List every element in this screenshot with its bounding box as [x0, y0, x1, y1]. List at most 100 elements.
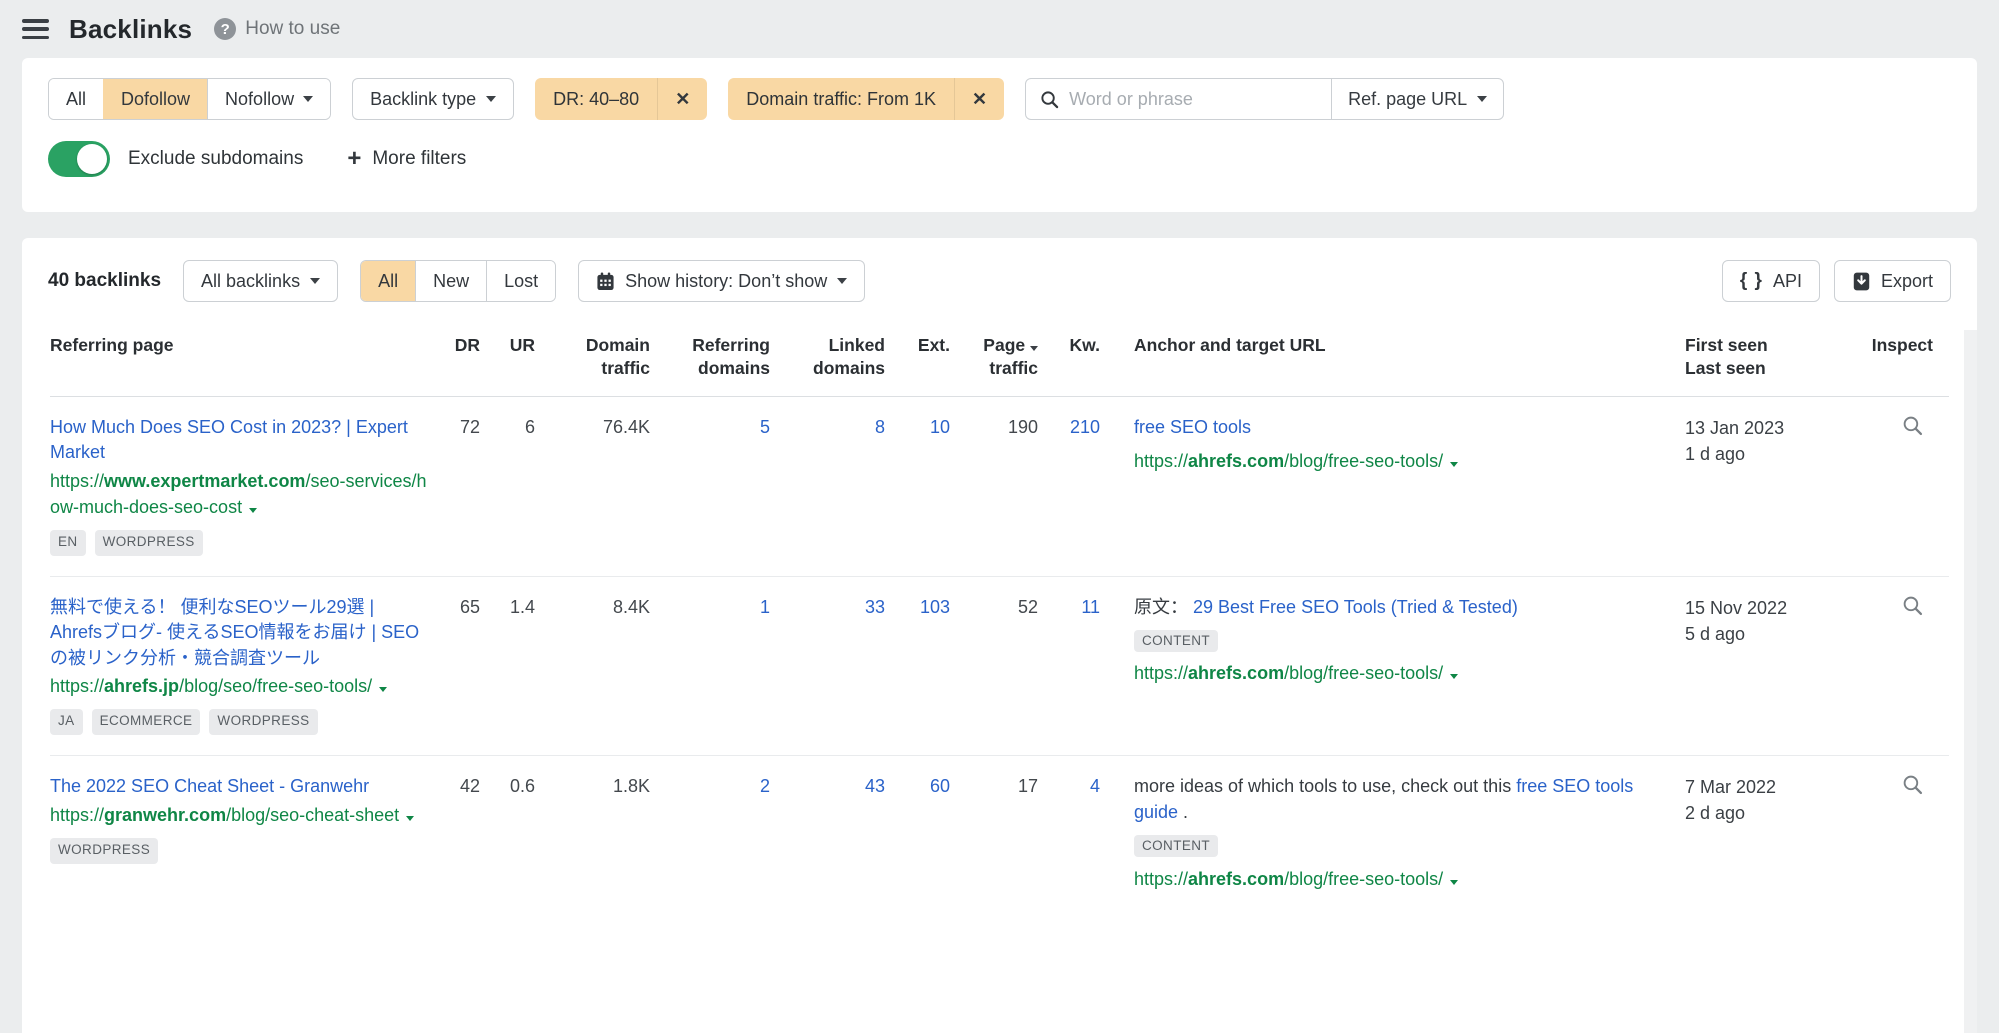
- col-linked-domains[interactable]: Linkeddomains: [770, 326, 885, 396]
- referring-page-link[interactable]: How Much Does SEO Cost in 2023? | Expert…: [50, 415, 430, 466]
- filter-chip-domain-traffic-label[interactable]: Domain traffic: From 1K: [728, 89, 954, 110]
- more-filters-button[interactable]: + More filters: [347, 147, 466, 171]
- col-kw[interactable]: Kw.: [1038, 326, 1100, 396]
- backlinks-table-wrap: Referring page DR UR Domaintraffic Refer…: [22, 326, 1977, 912]
- col-referring-page[interactable]: Referring page: [50, 326, 430, 396]
- backlink-type-dropdown[interactable]: Backlink type: [352, 78, 514, 120]
- backlinks-count: 40 backlinks: [48, 270, 161, 292]
- segment-state-lost[interactable]: Lost: [486, 261, 555, 301]
- kw-link[interactable]: 210: [1070, 417, 1100, 437]
- url-expand-icon[interactable]: [379, 687, 387, 692]
- inspect-icon[interactable]: [1902, 774, 1923, 795]
- remove-domain-traffic-filter-icon[interactable]: ✕: [954, 78, 1004, 120]
- url-expand-icon[interactable]: [1450, 880, 1458, 885]
- menu-icon[interactable]: [22, 19, 49, 39]
- show-history-dropdown[interactable]: Show history: Don’t show: [578, 260, 865, 302]
- ext-cell: 10: [885, 396, 950, 576]
- col-referring-domains[interactable]: Referringdomains: [650, 326, 770, 396]
- table-row: How Much Does SEO Cost in 2023? | Expert…: [50, 396, 1949, 576]
- url-expand-icon[interactable]: [406, 816, 414, 821]
- exclude-subdomains-toggle[interactable]: [48, 141, 110, 177]
- kw-link[interactable]: 4: [1090, 776, 1100, 796]
- url-expand-icon[interactable]: [249, 508, 257, 513]
- segment-state-all[interactable]: All: [361, 261, 415, 301]
- target-url[interactable]: https://ahrefs.com/blog/free-seo-tools/: [1134, 660, 1675, 686]
- col-domain-traffic[interactable]: Domaintraffic: [535, 326, 650, 396]
- linked-domains-cell: 33: [770, 576, 885, 756]
- col-anchor[interactable]: Anchor and target URL: [1100, 326, 1675, 396]
- segment-nofollow[interactable]: Nofollow: [207, 79, 330, 119]
- referring-page-cell: How Much Does SEO Cost in 2023? | Expert…: [50, 396, 430, 576]
- url-expand-icon[interactable]: [1450, 674, 1458, 679]
- target-url[interactable]: https://ahrefs.com/blog/free-seo-tools/: [1134, 866, 1675, 892]
- ext-link[interactable]: 60: [930, 776, 950, 796]
- referring-page-url[interactable]: https://granwehr.com/blog/seo-cheat-shee…: [50, 802, 430, 828]
- ext-link[interactable]: 103: [920, 597, 950, 617]
- linked-domains-link[interactable]: 8: [875, 417, 885, 437]
- content-badge: CONTENT: [1134, 630, 1218, 652]
- kw-link[interactable]: 11: [1081, 597, 1100, 617]
- anchor-cell: more ideas of which tools to use, check …: [1100, 756, 1675, 912]
- remove-dr-filter-icon[interactable]: ✕: [657, 78, 707, 120]
- scrollbar-track[interactable]: [1964, 330, 1977, 1033]
- col-dr[interactable]: DR: [430, 326, 480, 396]
- filter-chip-dr-label[interactable]: DR: 40–80: [535, 89, 657, 110]
- results-panel: 40 backlinks All backlinks All New Lost …: [22, 238, 1977, 1033]
- referring-page-link[interactable]: The 2022 SEO Cheat Sheet - Granwehr: [50, 774, 430, 800]
- how-to-use-link[interactable]: ? How to use: [214, 18, 340, 40]
- sort-desc-icon: [1030, 346, 1038, 351]
- dr-cell: 72: [430, 396, 480, 576]
- domain-traffic-cell: 76.4K: [535, 396, 650, 576]
- page-traffic-cell: 17: [950, 756, 1038, 912]
- filter-chip-dr: DR: 40–80 ✕: [535, 78, 707, 120]
- target-url[interactable]: https://ahrefs.com/blog/free-seo-tools/: [1134, 448, 1675, 474]
- how-to-use-label: How to use: [245, 18, 340, 40]
- inspect-icon[interactable]: [1902, 415, 1923, 436]
- col-page-traffic[interactable]: Page traffic: [950, 326, 1038, 396]
- table-header-row: Referring page DR UR Domaintraffic Refer…: [50, 326, 1949, 396]
- search-group: Ref. page URL: [1025, 78, 1504, 120]
- ext-cell: 60: [885, 756, 950, 912]
- segment-state-new[interactable]: New: [415, 261, 486, 301]
- follow-segmented-control: All Dofollow Nofollow: [48, 78, 331, 120]
- inspect-icon[interactable]: [1902, 595, 1923, 616]
- referring-domains-cell: 5: [650, 396, 770, 576]
- anchor-link[interactable]: free SEO tools: [1134, 417, 1251, 437]
- col-inspect: Inspect: [1865, 326, 1949, 396]
- backlinks-table: Referring page DR UR Domaintraffic Refer…: [50, 326, 1949, 912]
- platform-badge: WORDPRESS: [95, 530, 203, 556]
- referring-page-url[interactable]: https://www.expertmarket.com/seo-service…: [50, 468, 430, 520]
- domain-traffic-cell: 1.8K: [535, 756, 650, 912]
- linked-domains-link[interactable]: 33: [865, 597, 885, 617]
- referring-domains-link[interactable]: 1: [760, 597, 770, 617]
- segment-dofollow[interactable]: Dofollow: [103, 79, 207, 119]
- url-expand-icon[interactable]: [1450, 462, 1458, 467]
- col-ur[interactable]: UR: [480, 326, 535, 396]
- linked-domains-cell: 43: [770, 756, 885, 912]
- export-button[interactable]: Export: [1834, 260, 1951, 302]
- search-input[interactable]: [1069, 89, 1317, 110]
- ext-link[interactable]: 10: [930, 417, 950, 437]
- anchor-link[interactable]: 29 Best Free SEO Tools (Tried & Tested): [1193, 597, 1518, 617]
- state-segmented-control: All New Lost: [360, 260, 556, 302]
- backlinks-view-dropdown[interactable]: All backlinks: [183, 260, 338, 302]
- dr-cell: 42: [430, 756, 480, 912]
- referring-page-link[interactable]: 無料で使える！ 便利なSEOツール29選 | Ahrefsブログ- 使えるSEO…: [50, 595, 430, 672]
- chevron-down-icon: [837, 278, 847, 284]
- col-seen[interactable]: First seenLast seen: [1675, 326, 1865, 396]
- segment-all[interactable]: All: [49, 79, 103, 119]
- api-button[interactable]: { } API: [1722, 260, 1820, 302]
- page-traffic-cell: 52: [950, 576, 1038, 756]
- kw-cell: 11: [1038, 576, 1100, 756]
- question-icon: ?: [214, 18, 236, 40]
- referring-domains-link[interactable]: 5: [760, 417, 770, 437]
- col-ext[interactable]: Ext.: [885, 326, 950, 396]
- table-row: 無料で使える！ 便利なSEOツール29選 | Ahrefsブログ- 使えるSEO…: [50, 576, 1949, 756]
- referring-domains-link[interactable]: 2: [760, 776, 770, 796]
- search-scope-dropdown[interactable]: Ref. page URL: [1331, 79, 1503, 119]
- linked-domains-link[interactable]: 43: [865, 776, 885, 796]
- badges: WORDPRESS: [50, 838, 430, 864]
- referring-page-url[interactable]: https://ahrefs.jp/blog/seo/free-seo-tool…: [50, 673, 430, 699]
- anchor-prefix: 原文：: [1134, 597, 1188, 617]
- calendar-icon: [596, 272, 615, 291]
